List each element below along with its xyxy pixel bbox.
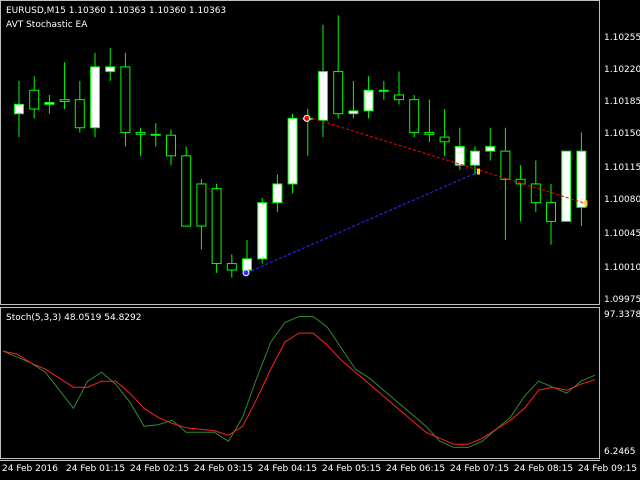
time-axis-label: 24 Feb 04:15 — [258, 464, 318, 474]
buy-exit-marker — [477, 168, 480, 175]
time-axis-label: 24 Feb 08:15 — [514, 464, 574, 474]
candle-body — [378, 89, 389, 92]
candle-body — [561, 150, 572, 222]
time-axis-line — [0, 460, 600, 461]
candle-body — [439, 136, 450, 143]
time-axis-label: 24 Feb 06:15 — [386, 464, 446, 474]
candle-body — [424, 131, 435, 135]
candle-body — [500, 150, 511, 180]
candle-body — [409, 99, 420, 133]
ea-name-text: AVT Stochastic EA — [6, 20, 88, 30]
price-axis-label: 1.10045 — [604, 229, 640, 239]
chart-window[interactable]: EURUSD,M15 1.10360 1.10363 1.10360 1.103… — [0, 0, 640, 480]
candle-body — [546, 202, 556, 222]
sell-trade-line — [312, 117, 586, 204]
stochastic-panel[interactable]: Stoch(5,3,3) 48.0519 54.8292 — [0, 307, 600, 459]
time-axis-label: 24 Feb 09:15 — [578, 464, 638, 474]
candle-body — [318, 71, 328, 121]
candle-body — [272, 183, 283, 204]
candle-body — [576, 150, 587, 208]
candle-body — [166, 134, 176, 157]
candle-body — [150, 133, 161, 136]
time-axis-label: 24 Feb 07:15 — [450, 464, 510, 474]
price-axis-label: 1.10080 — [604, 195, 640, 205]
price-chart-panel[interactable]: EURUSD,M15 1.10360 1.10363 1.10360 1.103… — [0, 0, 600, 305]
stochastic-main-line — [2, 316, 596, 448]
candle-body — [181, 155, 192, 227]
stochastic-max-label: 97.3378 — [604, 310, 640, 320]
stochastic-canvas[interactable] — [1, 308, 600, 459]
candle-body — [454, 145, 465, 166]
stochastic-min-label: 6.2465 — [604, 447, 636, 457]
candle-body — [74, 99, 85, 129]
stochastic-label: Stoch(5,3,3) 48.0519 54.8292 — [6, 313, 142, 323]
candle-body — [242, 258, 252, 271]
candle-body — [211, 188, 222, 265]
candle-body — [135, 131, 146, 135]
candle-body — [44, 101, 55, 105]
candle-body — [105, 66, 116, 73]
price-axis-label: 1.10220 — [604, 65, 640, 75]
sell-entry-marker — [303, 114, 311, 122]
candle-body — [333, 71, 344, 115]
buy-entry-marker — [242, 269, 250, 277]
price-axis-label: 1.10115 — [604, 163, 640, 173]
time-axis-label: 24 Feb 05:15 — [322, 464, 382, 474]
price-axis-label: 1.10255 — [604, 33, 640, 43]
time-axis-label: 24 Feb 01:15 — [66, 464, 126, 474]
price-axis-label: 1.10010 — [604, 263, 640, 273]
candle-body — [14, 103, 24, 115]
candle-body — [394, 94, 404, 101]
candle-body — [485, 145, 496, 152]
candle-body — [287, 117, 298, 185]
candle-body — [226, 263, 237, 271]
candle-body — [196, 183, 207, 227]
candle-body — [470, 150, 480, 166]
sell-exit-marker — [584, 200, 588, 207]
price-axis-label: 1.09975 — [604, 295, 640, 305]
candle-body — [29, 89, 40, 110]
stochastic-signal-line — [2, 332, 596, 445]
time-axis-label: 24 Feb 03:15 — [194, 464, 254, 474]
candle-body — [348, 110, 359, 115]
time-axis-label: 24 Feb 2016 — [2, 464, 59, 474]
price-axis-label: 1.10185 — [604, 97, 640, 107]
symbol-info-text: EURUSD,M15 1.10360 1.10363 1.10360 1.103… — [6, 6, 227, 16]
candle-body — [363, 89, 374, 112]
price-chart-canvas[interactable] — [1, 1, 600, 305]
candle-body — [257, 202, 268, 260]
time-axis-label: 24 Feb 02:15 — [130, 464, 190, 474]
candle-body — [90, 66, 100, 129]
candle-body — [120, 66, 131, 133]
price-axis-label: 1.10150 — [604, 129, 640, 139]
candle-body — [59, 99, 70, 103]
